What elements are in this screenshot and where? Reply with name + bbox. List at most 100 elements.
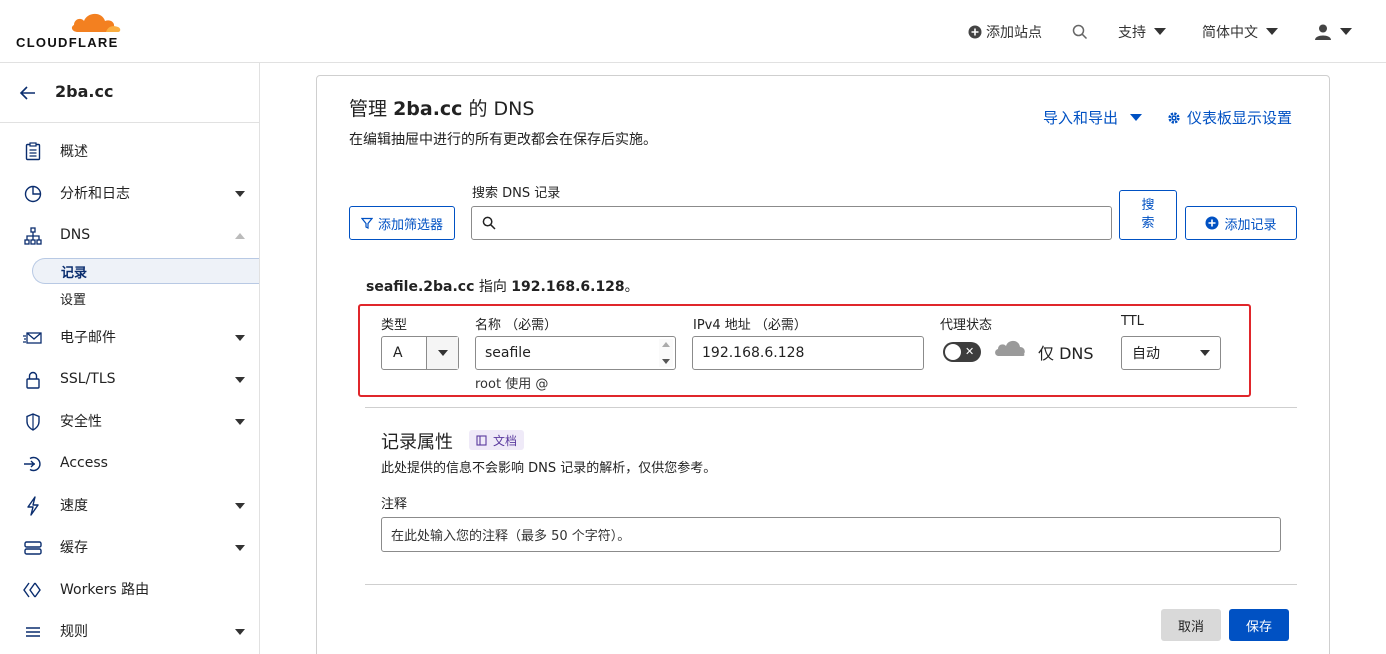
divider	[365, 584, 1297, 585]
spinner-up-icon	[662, 342, 670, 347]
chevron-down-icon	[235, 629, 245, 635]
save-button[interactable]: 保存	[1229, 609, 1289, 641]
sidebar-item-label: Workers 路由	[60, 582, 150, 598]
chevron-down-icon	[235, 419, 245, 425]
ttl-select[interactable]: 自动	[1121, 336, 1221, 370]
name-spinner[interactable]	[659, 339, 673, 367]
type-value: A	[393, 345, 403, 361]
type-select[interactable]: A	[381, 336, 459, 370]
support-menu[interactable]: 支持	[1118, 22, 1166, 42]
sidebar-item-rules[interactable]: 规则	[0, 611, 259, 651]
ipv4-value: 192.168.6.128	[702, 345, 805, 361]
import-export-label: 导入和导出	[1043, 109, 1119, 127]
add-filter-button[interactable]: 添加筛选器	[349, 206, 455, 240]
domain-name: 2ba.cc	[55, 82, 114, 101]
sidebar-item-label: 安全性	[60, 414, 102, 430]
search-label: 搜索 DNS 记录	[472, 186, 561, 201]
dashboard-settings-label: 仪表板显示设置	[1187, 109, 1293, 127]
ipv4-label: IPv4 地址 （必需）	[693, 318, 807, 333]
back-arrow-icon[interactable]	[18, 83, 38, 103]
cloud-icon	[995, 340, 1025, 356]
sidebar-item-access[interactable]: Access	[0, 443, 259, 483]
domain-header: 2ba.cc	[0, 63, 259, 123]
sidebar-item-analytics[interactable]: 分析和日志	[0, 173, 259, 213]
search-submit-button[interactable]: 搜索	[1119, 190, 1177, 240]
docs-badge[interactable]: 文档	[469, 430, 525, 450]
mail-icon	[23, 332, 42, 344]
dns-search-field[interactable]	[471, 206, 1112, 240]
search-button[interactable]	[1072, 24, 1088, 40]
import-export-menu[interactable]: 导入和导出	[1043, 107, 1143, 128]
sidebar-item-label: SSL/TLS	[60, 371, 116, 387]
sidebar-item-label: DNS	[60, 227, 91, 243]
cancel-button[interactable]: 取消	[1161, 609, 1221, 641]
gear-icon	[1168, 111, 1180, 124]
chevron-down-icon	[235, 335, 245, 341]
chevron-down-icon	[1266, 28, 1278, 35]
sidebar-item-email[interactable]: 电子邮件	[0, 317, 259, 357]
sidebar-item-label: Access	[60, 455, 108, 471]
search-button-label: 搜索	[1141, 198, 1155, 231]
close-icon: ✕	[965, 345, 975, 358]
sidebar-item-label: 分析和日志	[60, 186, 130, 202]
sidebar-item-workers[interactable]: Workers 路由	[0, 569, 259, 609]
record-name: seafile.2ba.cc	[366, 279, 475, 295]
cloud-logo-icon	[71, 13, 121, 32]
sidebar-item-label: 概述	[60, 144, 88, 160]
add-site-button[interactable]: 添加站点	[968, 22, 1042, 42]
document-icon	[25, 142, 41, 161]
divider	[365, 407, 1297, 408]
record-summary-end: 。	[624, 279, 639, 295]
filter-icon	[360, 217, 373, 229]
docs-badge-label: 文档	[493, 433, 518, 448]
note-placeholder: 在此处输入您的注释（最多 50 个字符）。	[391, 529, 631, 544]
record-ip: 192.168.6.128	[511, 279, 625, 295]
sidebar-item-overview[interactable]: 概述	[0, 131, 259, 171]
chevron-down-icon	[235, 545, 245, 551]
chevron-down-icon	[235, 503, 245, 509]
pie-chart-icon	[24, 185, 42, 203]
record-summary: seafile.2ba.cc 指向 192.168.6.128。	[366, 276, 639, 296]
spinner-down-icon	[662, 359, 670, 364]
cloudflare-logo[interactable]: CLOUDFLARE	[16, 10, 126, 50]
dns-search-input[interactable]	[502, 208, 1111, 238]
proxy-status-label: 代理状态	[940, 318, 993, 333]
sidebar-item-label: 规则	[60, 624, 88, 640]
add-record-label: 添加记录	[1224, 217, 1277, 233]
sidebar-subitem-settings[interactable]: 设置	[32, 285, 259, 311]
chevron-down-icon	[235, 377, 245, 383]
title-domain: 2ba.cc	[393, 98, 463, 120]
ipv4-input[interactable]: 192.168.6.128	[692, 336, 924, 370]
title-prefix: 管理	[349, 98, 388, 120]
sidebar-item-speed[interactable]: 速度	[0, 485, 259, 525]
note-label: 注释	[381, 497, 408, 512]
proxy-toggle[interactable]: ✕	[943, 342, 981, 362]
workers-icon	[23, 582, 41, 598]
dns-management-card: 管理 2ba.cc 的 DNS 在编辑抽屉中进行的所有更改都会在保存后实施。 导…	[316, 75, 1330, 654]
sidebar-item-dns[interactable]: DNS	[0, 215, 259, 255]
note-input[interactable]: 在此处输入您的注释（最多 50 个字符）。	[381, 517, 1281, 552]
sidebar: 2ba.cc 概述 分析和日志 DNS 记录 设置 电子邮件 SSL/TLS 安…	[0, 63, 260, 654]
user-menu[interactable]	[1314, 23, 1352, 41]
language-menu[interactable]: 简体中文	[1202, 22, 1278, 42]
plus-circle-icon	[968, 25, 982, 38]
dashboard-settings-button[interactable]: 仪表板显示设置	[1167, 107, 1292, 128]
type-dropdown-toggle[interactable]	[426, 337, 458, 369]
sidebar-item-ssl[interactable]: SSL/TLS	[0, 359, 259, 399]
logo-text: CLOUDFLARE	[16, 35, 119, 50]
bolt-icon	[27, 496, 39, 516]
chevron-down-icon	[1200, 350, 1210, 356]
name-input[interactable]: seafile	[475, 336, 676, 370]
page-subtitle: 在编辑抽屉中进行的所有更改都会在保存后实施。	[349, 132, 657, 148]
chevron-down-icon	[1154, 28, 1166, 35]
add-record-button[interactable]: 添加记录	[1185, 206, 1297, 240]
search-icon	[1072, 24, 1088, 39]
language-label: 简体中文	[1202, 24, 1258, 41]
type-label: 类型	[381, 318, 408, 333]
top-bar: CLOUDFLARE 添加站点 支持 简体中文	[0, 0, 1386, 63]
sidebar-item-cache[interactable]: 缓存	[0, 527, 259, 567]
sidebar-item-security[interactable]: 安全性	[0, 401, 259, 441]
sidebar-subitem-records[interactable]: 记录	[32, 258, 259, 284]
rules-icon	[26, 627, 40, 637]
page-title: 管理 2ba.cc 的 DNS	[349, 94, 534, 121]
